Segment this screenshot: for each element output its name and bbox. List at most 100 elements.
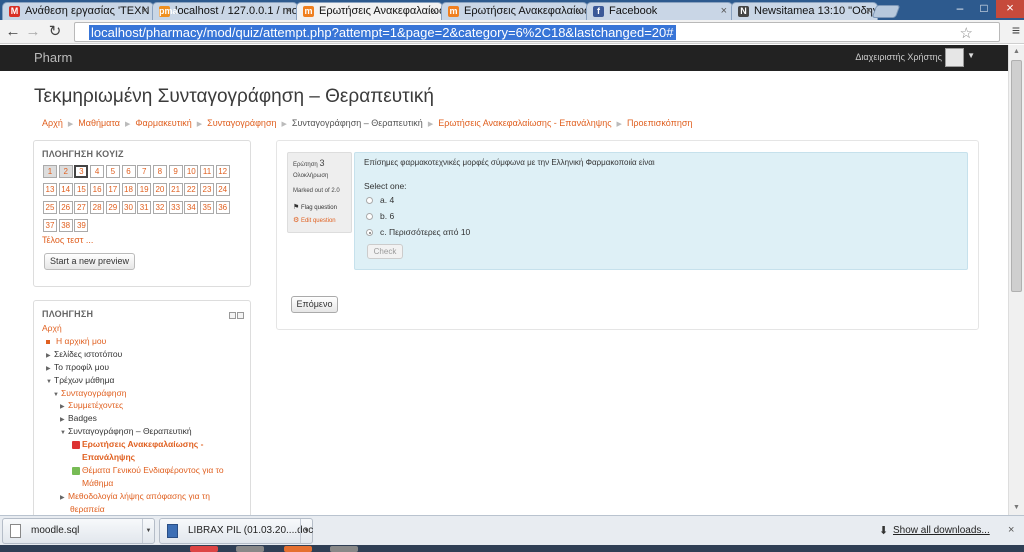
taskbar-app-icon[interactable] (330, 546, 358, 552)
browser-tab[interactable]: m Ερωτήσεις Ανακεφαλαίωσ × (296, 2, 443, 20)
collapse-block-icon[interactable] (229, 312, 236, 319)
nav-tree-item[interactable]: ▼ Συνταγογράφηση (53, 388, 127, 398)
quiz-question-button[interactable]: 16 (90, 183, 105, 196)
close-download-shelf-icon[interactable]: × (1008, 524, 1014, 536)
quiz-question-button[interactable]: 13 (43, 183, 57, 196)
browser-tab[interactable]: pma localhost / 127.0.0.1 / moo × (152, 2, 298, 20)
expanded-triangle-icon[interactable]: ▼ (60, 430, 68, 436)
collapsed-triangle-icon[interactable]: ▶ (60, 494, 68, 501)
quiz-question-button[interactable]: 20 (152, 183, 167, 196)
quiz-question-button[interactable]: 36 (215, 201, 230, 214)
scroll-down-arrow-icon[interactable]: ▼ (1009, 501, 1024, 515)
download-item[interactable]: moodle.sql ▼ (2, 518, 155, 544)
tab-close-icon[interactable]: × (866, 3, 872, 19)
address-bar-url[interactable]: localhost/pharmacy/mod/quiz/attempt.php?… (89, 25, 676, 40)
user-name[interactable]: Διαχειριστής Χρήστης (855, 52, 942, 62)
quiz-question-button[interactable]: 17 (105, 183, 120, 196)
answer-option[interactable]: a. 4 (366, 195, 394, 205)
nav-tree-item[interactable]: ▶ Συμμετέχοντες (60, 400, 123, 410)
answer-radio[interactable] (366, 213, 373, 221)
minimize-button[interactable]: – (948, 1, 972, 15)
quiz-question-button[interactable]: 8 (152, 165, 167, 178)
quiz-question-button[interactable]: 10 (184, 165, 199, 178)
dock-block-icon[interactable] (237, 312, 244, 319)
new-tab-button[interactable] (871, 5, 901, 18)
quiz-question-button[interactable]: 38 (58, 219, 73, 232)
bookmark-star-icon[interactable]: ☆ (960, 24, 973, 42)
nav-tree-item[interactable]: Επανάληψης (72, 452, 135, 462)
chrome-menu-icon[interactable]: ≡ (1012, 22, 1020, 38)
breadcrumb-item[interactable]: Αρχή (42, 118, 63, 128)
quiz-question-button[interactable]: 24 (215, 183, 230, 196)
show-all-downloads-link[interactable]: Show all downloads... (893, 525, 990, 536)
quiz-question-button[interactable]: 22 (184, 183, 199, 196)
quiz-question-button[interactable]: 21 (168, 183, 183, 196)
tab-close-icon[interactable]: × (576, 3, 582, 19)
flag-question-link[interactable]: ⚑ Flag question (293, 203, 337, 211)
close-window-button[interactable]: × (996, 0, 1024, 18)
check-button[interactable]: Check (367, 244, 403, 259)
download-menu-chevron-icon[interactable]: ▼ (300, 519, 312, 543)
quiz-question-button[interactable]: 29 (105, 201, 120, 214)
browser-tab[interactable]: M Ανάθεση εργασίας 'ΤΕΧΝ × (2, 2, 154, 20)
back-button[interactable]: ← (4, 23, 22, 41)
quiz-question-button[interactable]: 7 (137, 165, 152, 178)
collapsed-triangle-icon[interactable]: ▶ (60, 416, 68, 423)
edit-question-link[interactable]: ⚙ Edit question (293, 216, 336, 224)
quiz-question-button[interactable]: 35 (200, 201, 214, 214)
breadcrumb-item[interactable]: Μαθήματα (78, 118, 120, 128)
user-avatar[interactable] (945, 48, 964, 67)
quiz-question-button[interactable]: 37 (43, 219, 57, 232)
quiz-question-button[interactable]: 12 (215, 165, 230, 178)
tab-close-icon[interactable]: × (142, 3, 148, 19)
scrollbar-thumb[interactable] (1011, 60, 1022, 292)
quiz-question-button[interactable]: 1 (43, 165, 57, 178)
breadcrumb-item[interactable]: Συνταγογράφηση (207, 118, 276, 128)
start-new-preview-button[interactable]: Start a new preview (44, 253, 135, 270)
quiz-question-button[interactable]: 3 (74, 165, 89, 178)
browser-tab[interactable]: N Newsitamea 13:10 "Οδηγ × (731, 2, 878, 20)
nav-tree-item[interactable]: Θέματα Γενικού Ενδιαφέροντος για το (72, 465, 224, 475)
quiz-question-button[interactable]: 2 (58, 165, 73, 178)
breadcrumb-item[interactable]: Ερωτήσεις Ανακεφαλαίωσης - Επανάληψης (438, 118, 611, 128)
nav-tree-item[interactable]: Μάθημα (72, 478, 113, 488)
quiz-question-button[interactable]: 34 (184, 201, 199, 214)
site-brand[interactable]: Pharm (34, 50, 72, 65)
quiz-question-button[interactable]: 26 (58, 201, 73, 214)
quiz-question-button[interactable]: 11 (200, 165, 214, 178)
maximize-button[interactable]: □ (972, 1, 996, 15)
quiz-question-button[interactable]: 31 (137, 201, 152, 214)
nav-tree-item[interactable]: θεραπεία (60, 504, 105, 514)
taskbar-app-icon[interactable] (284, 546, 312, 552)
nav-tree-item[interactable]: ▶ Μεθοδολογία λήψης απόφασης για τη (60, 491, 210, 501)
answer-option[interactable]: c. Περισσότερες από 10 (366, 227, 470, 237)
taskbar-app-icon[interactable] (236, 546, 264, 552)
expanded-triangle-icon[interactable]: ▼ (46, 379, 54, 385)
quiz-question-button[interactable]: 18 (121, 183, 136, 196)
user-menu-caret-icon[interactable]: ▼ (967, 51, 975, 60)
next-page-button[interactable]: Επόμενο (291, 296, 338, 313)
quiz-question-button[interactable]: 15 (74, 183, 89, 196)
taskbar-app-icon[interactable] (190, 546, 218, 552)
quiz-question-button[interactable]: 5 (105, 165, 120, 178)
tab-close-icon[interactable]: × (721, 3, 727, 19)
quiz-question-button[interactable]: 25 (43, 201, 57, 214)
breadcrumb-item[interactable]: Φαρμακευτική (135, 118, 191, 128)
nav-tree-item[interactable]: Η αρχική μου (46, 336, 106, 346)
answer-radio[interactable] (366, 197, 373, 205)
quiz-question-button[interactable]: 39 (74, 219, 89, 232)
answer-option[interactable]: b. 6 (366, 211, 394, 221)
quiz-question-button[interactable]: 32 (152, 201, 167, 214)
quiz-question-button[interactable]: 6 (121, 165, 136, 178)
collapsed-triangle-icon[interactable]: ▶ (60, 403, 68, 410)
nav-tree-item[interactable]: Αρχή (42, 323, 62, 333)
nav-tree-item[interactable]: Ερωτήσεις Ανακεφαλαίωσης - (72, 439, 203, 449)
address-bar[interactable]: localhost/pharmacy/mod/quiz/attempt.php?… (74, 22, 1000, 42)
quiz-question-button[interactable]: 28 (90, 201, 105, 214)
download-menu-chevron-icon[interactable]: ▼ (142, 519, 154, 543)
collapsed-triangle-icon[interactable]: ▶ (46, 352, 54, 359)
expanded-triangle-icon[interactable]: ▼ (53, 392, 61, 398)
tab-close-icon[interactable]: × (431, 3, 437, 19)
quiz-question-button[interactable]: 14 (58, 183, 73, 196)
page-scrollbar[interactable]: ▲ ▼ (1008, 45, 1024, 515)
